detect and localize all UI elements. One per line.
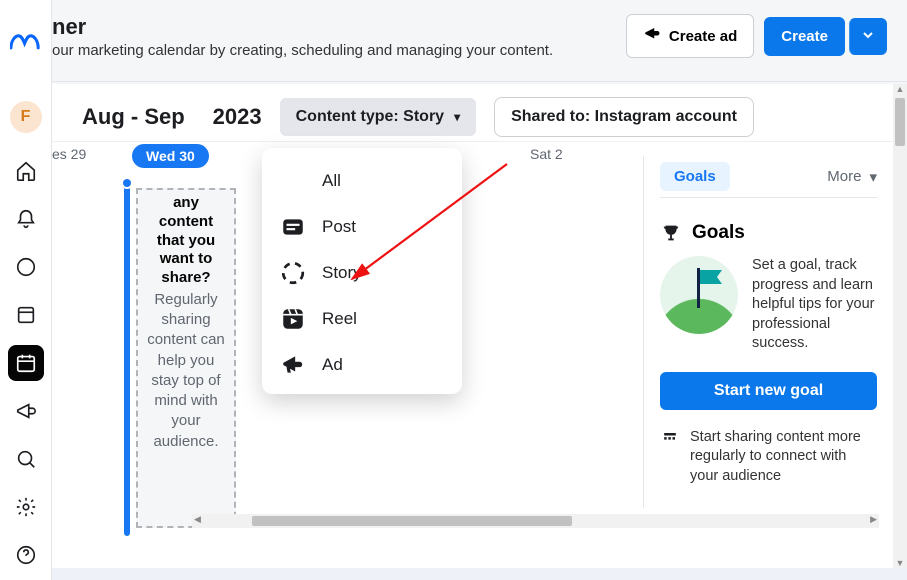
day-prev: es 29 (52, 146, 86, 162)
timeline-dot (121, 177, 133, 189)
nav-ads[interactable] (8, 393, 44, 429)
create-caret-button[interactable] (849, 18, 887, 55)
content-type-dropdown: All Post Story Reel (262, 148, 462, 394)
dropdown-label-reel: Reel (322, 309, 357, 329)
day-current-pill[interactable]: Wed 30 (132, 144, 209, 168)
top-banner: ner our marketing calendar by creating, … (52, 0, 907, 82)
month-picker[interactable]: Aug - Sep 2023 (82, 104, 262, 130)
goals-description: Set a goal, track progress and learn hel… (752, 256, 877, 354)
dropdown-label-story: Story (322, 263, 362, 283)
post-icon (280, 214, 306, 240)
nav-planner[interactable] (8, 345, 44, 381)
timeline-rail (124, 180, 130, 536)
tab-more[interactable]: More ▾ (827, 168, 877, 186)
page-subtitle: our marketing calendar by creating, sche… (52, 42, 553, 59)
story-icon (280, 260, 306, 286)
blank-icon (280, 168, 306, 194)
day-sat: Sat 2 (530, 146, 563, 162)
page: ner our marketing calendar by creating, … (52, 0, 907, 580)
tab-goals[interactable]: Goals (660, 162, 730, 191)
dropdown-item-ad[interactable]: Ad (262, 342, 462, 388)
account-avatar[interactable]: F (10, 101, 42, 133)
goals-heading-text: Goals (692, 222, 745, 244)
month-range: Aug - Sep (82, 105, 185, 128)
dropdown-label-post: Post (322, 217, 356, 237)
caret-down-icon: ▾ (454, 110, 460, 124)
goals-tip: Start sharing content more regularly to … (660, 428, 877, 487)
nav-help[interactable] (8, 537, 44, 573)
filters-row: Aug - Sep 2023 Content type: Story ▾ Sha… (52, 84, 893, 142)
goals-illustration (660, 256, 738, 334)
content-prompt-card[interactable]: any content that you want to share? Regu… (136, 188, 236, 528)
card-body: Regularly sharing content can help you s… (144, 290, 228, 452)
vertical-scrollbar-thumb[interactable] (895, 98, 905, 146)
create-ad-label: Create ad (669, 28, 737, 45)
content-type-filter[interactable]: Content type: Story ▾ (280, 98, 476, 136)
content-type-label: Content type: Story (296, 108, 444, 126)
vertical-scrollbar[interactable] (893, 84, 907, 568)
dropdown-label-all: All (322, 171, 341, 191)
caret-down-icon: ▾ (869, 168, 877, 186)
planner-surface: Aug - Sep 2023 Content type: Story ▾ Sha… (52, 84, 893, 568)
nav-content[interactable] (8, 297, 44, 333)
megaphone-icon (643, 25, 661, 47)
horizontal-scrollbar[interactable] (192, 514, 879, 528)
page-title: ner (52, 14, 553, 40)
flag-icon (694, 268, 728, 308)
nav-home[interactable] (8, 153, 44, 189)
nav-search[interactable] (8, 441, 44, 477)
create-button[interactable]: Create (764, 17, 845, 56)
horizontal-scrollbar-thumb[interactable] (252, 516, 572, 526)
nav-notifications[interactable] (8, 201, 44, 237)
card-question: any content that you want to share? (144, 194, 228, 288)
dropdown-item-reel[interactable]: Reel (262, 296, 462, 342)
tab-more-label: More (827, 168, 861, 185)
nav-inbox[interactable] (8, 249, 44, 285)
nav-settings[interactable] (8, 489, 44, 525)
start-goal-label: Start new goal (714, 382, 823, 399)
calendar-icon (660, 428, 680, 448)
goals-panel: Goals More ▾ Goals Set a goal, track pro… (643, 156, 893, 508)
goals-tip-text: Start sharing content more regularly to … (690, 428, 877, 487)
dropdown-item-post[interactable]: Post (262, 204, 462, 250)
create-ad-button[interactable]: Create ad (626, 14, 754, 58)
month-year: 2023 (213, 104, 262, 130)
shared-to-filter[interactable]: Shared to: Instagram account (494, 97, 754, 137)
ad-icon (280, 352, 306, 378)
goals-heading: Goals (660, 222, 877, 244)
left-nav-rail: F (0, 0, 52, 580)
create-label: Create (781, 28, 828, 45)
dropdown-label-ad: Ad (322, 355, 343, 375)
trophy-icon (660, 222, 682, 244)
shared-to-label: Shared to: Instagram account (511, 108, 737, 125)
dropdown-item-all[interactable]: All (262, 158, 462, 204)
start-goal-button[interactable]: Start new goal (660, 372, 877, 410)
reel-icon (280, 306, 306, 332)
meta-logo (10, 28, 42, 65)
caret-down-icon (862, 29, 874, 41)
avatar-initial: F (21, 108, 31, 126)
dropdown-item-story[interactable]: Story (262, 250, 462, 296)
